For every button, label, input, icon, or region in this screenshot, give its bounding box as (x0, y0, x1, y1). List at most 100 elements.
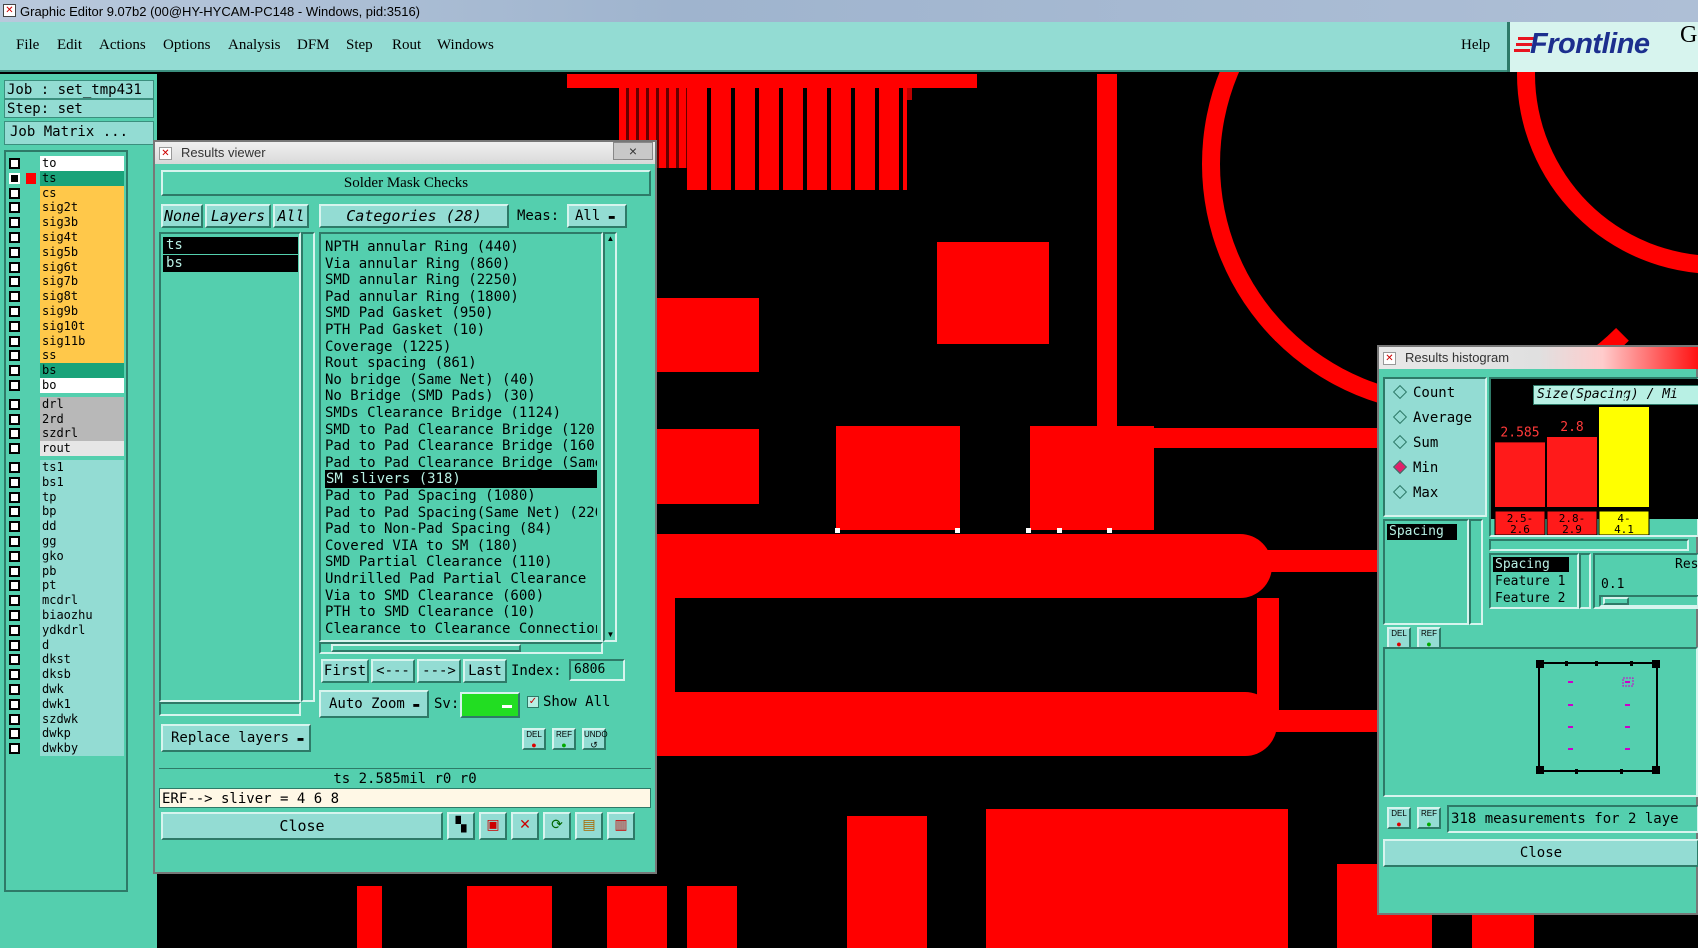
layer-row-bo[interactable]: bo (6, 378, 126, 394)
cancel-tool-icon[interactable]: ✕ (511, 812, 539, 840)
category-item[interactable]: Pad to Pad Clearance Bridge (Same (325, 454, 597, 472)
menu-actions[interactable]: Actions (99, 37, 146, 54)
measure-list-scrollbar[interactable] (1469, 519, 1483, 625)
layer-name[interactable]: szdrl (40, 426, 124, 442)
layer-row-gg[interactable]: gg (6, 534, 126, 550)
layer-row-dkst[interactable]: dkst (6, 652, 126, 668)
layer-checkbox[interactable] (9, 476, 20, 488)
layers-button[interactable]: Layers (205, 204, 271, 228)
layer-name[interactable]: dd (40, 519, 124, 535)
layer-checkbox[interactable] (9, 506, 20, 518)
layer-results-list[interactable]: ts bs (159, 232, 301, 702)
layer-row-szdrl[interactable]: szdrl (6, 426, 126, 442)
layer-row-dksb[interactable]: dksb (6, 667, 126, 683)
layer-name[interactable]: bp (40, 504, 124, 520)
layer-checkbox[interactable] (9, 276, 20, 288)
refresh-tool-icon[interactable]: ⟳ (543, 812, 571, 840)
layer-checkbox[interactable] (9, 380, 20, 391)
layer-row-sig8t[interactable]: sig8t (6, 289, 126, 305)
category-item[interactable]: NPTH annular Ring (440) (325, 238, 597, 256)
layer-name[interactable]: sig11b (40, 333, 124, 349)
field-list[interactable]: Spacing Feature 1 Feature 2 (1489, 553, 1579, 609)
layer-checkbox[interactable] (9, 365, 20, 377)
layer-tool-icon[interactable]: ▚ (447, 812, 475, 840)
job-matrix-button[interactable]: Job Matrix ... (4, 121, 154, 145)
layer-checkbox[interactable] (9, 565, 20, 577)
layer-list-hscrollbar[interactable] (159, 702, 301, 716)
layer-name[interactable]: sig3b (40, 215, 124, 231)
layer-checkbox[interactable] (9, 624, 20, 636)
layer-checkbox[interactable] (9, 291, 20, 303)
layer-checkbox[interactable] (9, 428, 20, 440)
mode-sum[interactable]: Sum (1392, 434, 1438, 451)
layer-row-bp[interactable]: bp (6, 504, 126, 520)
layer-name[interactable]: ss (40, 348, 124, 364)
layer-row-gko[interactable]: gko (6, 548, 126, 565)
layer-checkbox[interactable] (9, 521, 20, 533)
layer-checkbox[interactable] (9, 595, 20, 607)
layer-name[interactable]: ts (40, 170, 124, 186)
layer-checkbox[interactable] (9, 202, 20, 214)
layer-name[interactable]: dwkp (40, 726, 124, 742)
layer-row-pb[interactable]: pb (6, 563, 126, 580)
layer-row-drl[interactable]: drl (6, 396, 126, 413)
layer-checkbox[interactable] (9, 580, 20, 592)
measure-list[interactable]: Spacing (1383, 519, 1469, 625)
layer-row-pt[interactable]: pt (6, 578, 126, 594)
category-item[interactable]: Pad to Non-Pad Spacing (84) (325, 520, 597, 538)
category-item[interactable]: PTH to SMD Clearance (10) (325, 603, 597, 621)
menu-step[interactable]: Step (346, 37, 373, 54)
histogram-bar[interactable] (1547, 437, 1597, 507)
layer-row-sig3b[interactable]: sig3b (6, 215, 126, 231)
category-item[interactable]: Via annular Ring (860) (325, 255, 597, 273)
layer-name[interactable]: sig9b (40, 304, 124, 319)
layer-checkbox[interactable] (9, 217, 20, 229)
category-item[interactable]: Rout spacing (861) (325, 354, 597, 372)
layer-name[interactable]: sig7b (40, 274, 124, 290)
layer-checkbox[interactable] (9, 172, 20, 184)
layer-name[interactable]: ts1 (40, 460, 124, 475)
category-item[interactable]: No bridge (Same Net) (40) (325, 371, 597, 389)
layer-name[interactable]: sig5b (40, 244, 124, 260)
layer-name[interactable]: sig6t (40, 259, 124, 275)
layer-row-sig7b[interactable]: sig7b (6, 274, 126, 290)
layer-checkbox[interactable] (9, 232, 20, 243)
field-item[interactable]: Feature 2 (1495, 591, 1565, 606)
layer-checkbox[interactable] (9, 462, 20, 473)
layer-result-item[interactable]: ts (163, 237, 298, 254)
layer-name[interactable]: sig4t (40, 230, 124, 245)
layer-row-tp[interactable]: tp (6, 489, 126, 506)
layer-checkbox[interactable] (9, 639, 20, 651)
layer-row-sig6t[interactable]: sig6t (6, 259, 126, 276)
layer-name[interactable]: mcdrl (40, 593, 124, 609)
menu-file[interactable]: File (16, 37, 39, 54)
layer-checkbox[interactable] (9, 246, 20, 258)
scroll-down-icon[interactable]: ▼ (606, 630, 615, 640)
category-item[interactable]: SMD to Pad Clearance Bridge (120) (325, 421, 597, 439)
layer-name[interactable]: tp (40, 489, 124, 505)
layer-checkbox[interactable] (9, 335, 20, 347)
layer-checkbox[interactable] (9, 306, 20, 317)
layer-name[interactable]: 2rd (40, 411, 124, 427)
layer-row-dd[interactable]: dd (6, 519, 126, 535)
field-list-scrollbar[interactable] (1579, 553, 1591, 609)
last-button[interactable]: Last (463, 659, 507, 683)
categories-scrollbar[interactable]: ▲ ▼ (603, 232, 617, 642)
layer-checkbox[interactable] (9, 320, 20, 332)
mode-max[interactable]: Max (1392, 484, 1438, 501)
layer-row-cs[interactable]: cs (6, 185, 126, 202)
hscroll-thumb[interactable] (331, 644, 521, 652)
prev-button[interactable]: <--- (371, 659, 415, 683)
layer-name[interactable]: ydkdrl (40, 622, 124, 638)
layer-name[interactable]: bs1 (40, 474, 124, 490)
layer-name[interactable]: sig10t (40, 318, 124, 334)
category-item[interactable]: SMD annular Ring (2250) (325, 271, 597, 289)
layer-name[interactable]: dwkby (40, 741, 124, 757)
slider-thumb[interactable] (1603, 597, 1629, 605)
layer-name[interactable]: sig2t (40, 200, 124, 216)
mode-average[interactable]: Average (1392, 409, 1472, 426)
category-item[interactable]: Coverage (1225) (325, 338, 597, 356)
layer-row-biaozhu[interactable]: biaozhu (6, 608, 126, 624)
layer-name[interactable]: cs (40, 185, 124, 201)
layer-checkbox[interactable] (9, 743, 20, 755)
